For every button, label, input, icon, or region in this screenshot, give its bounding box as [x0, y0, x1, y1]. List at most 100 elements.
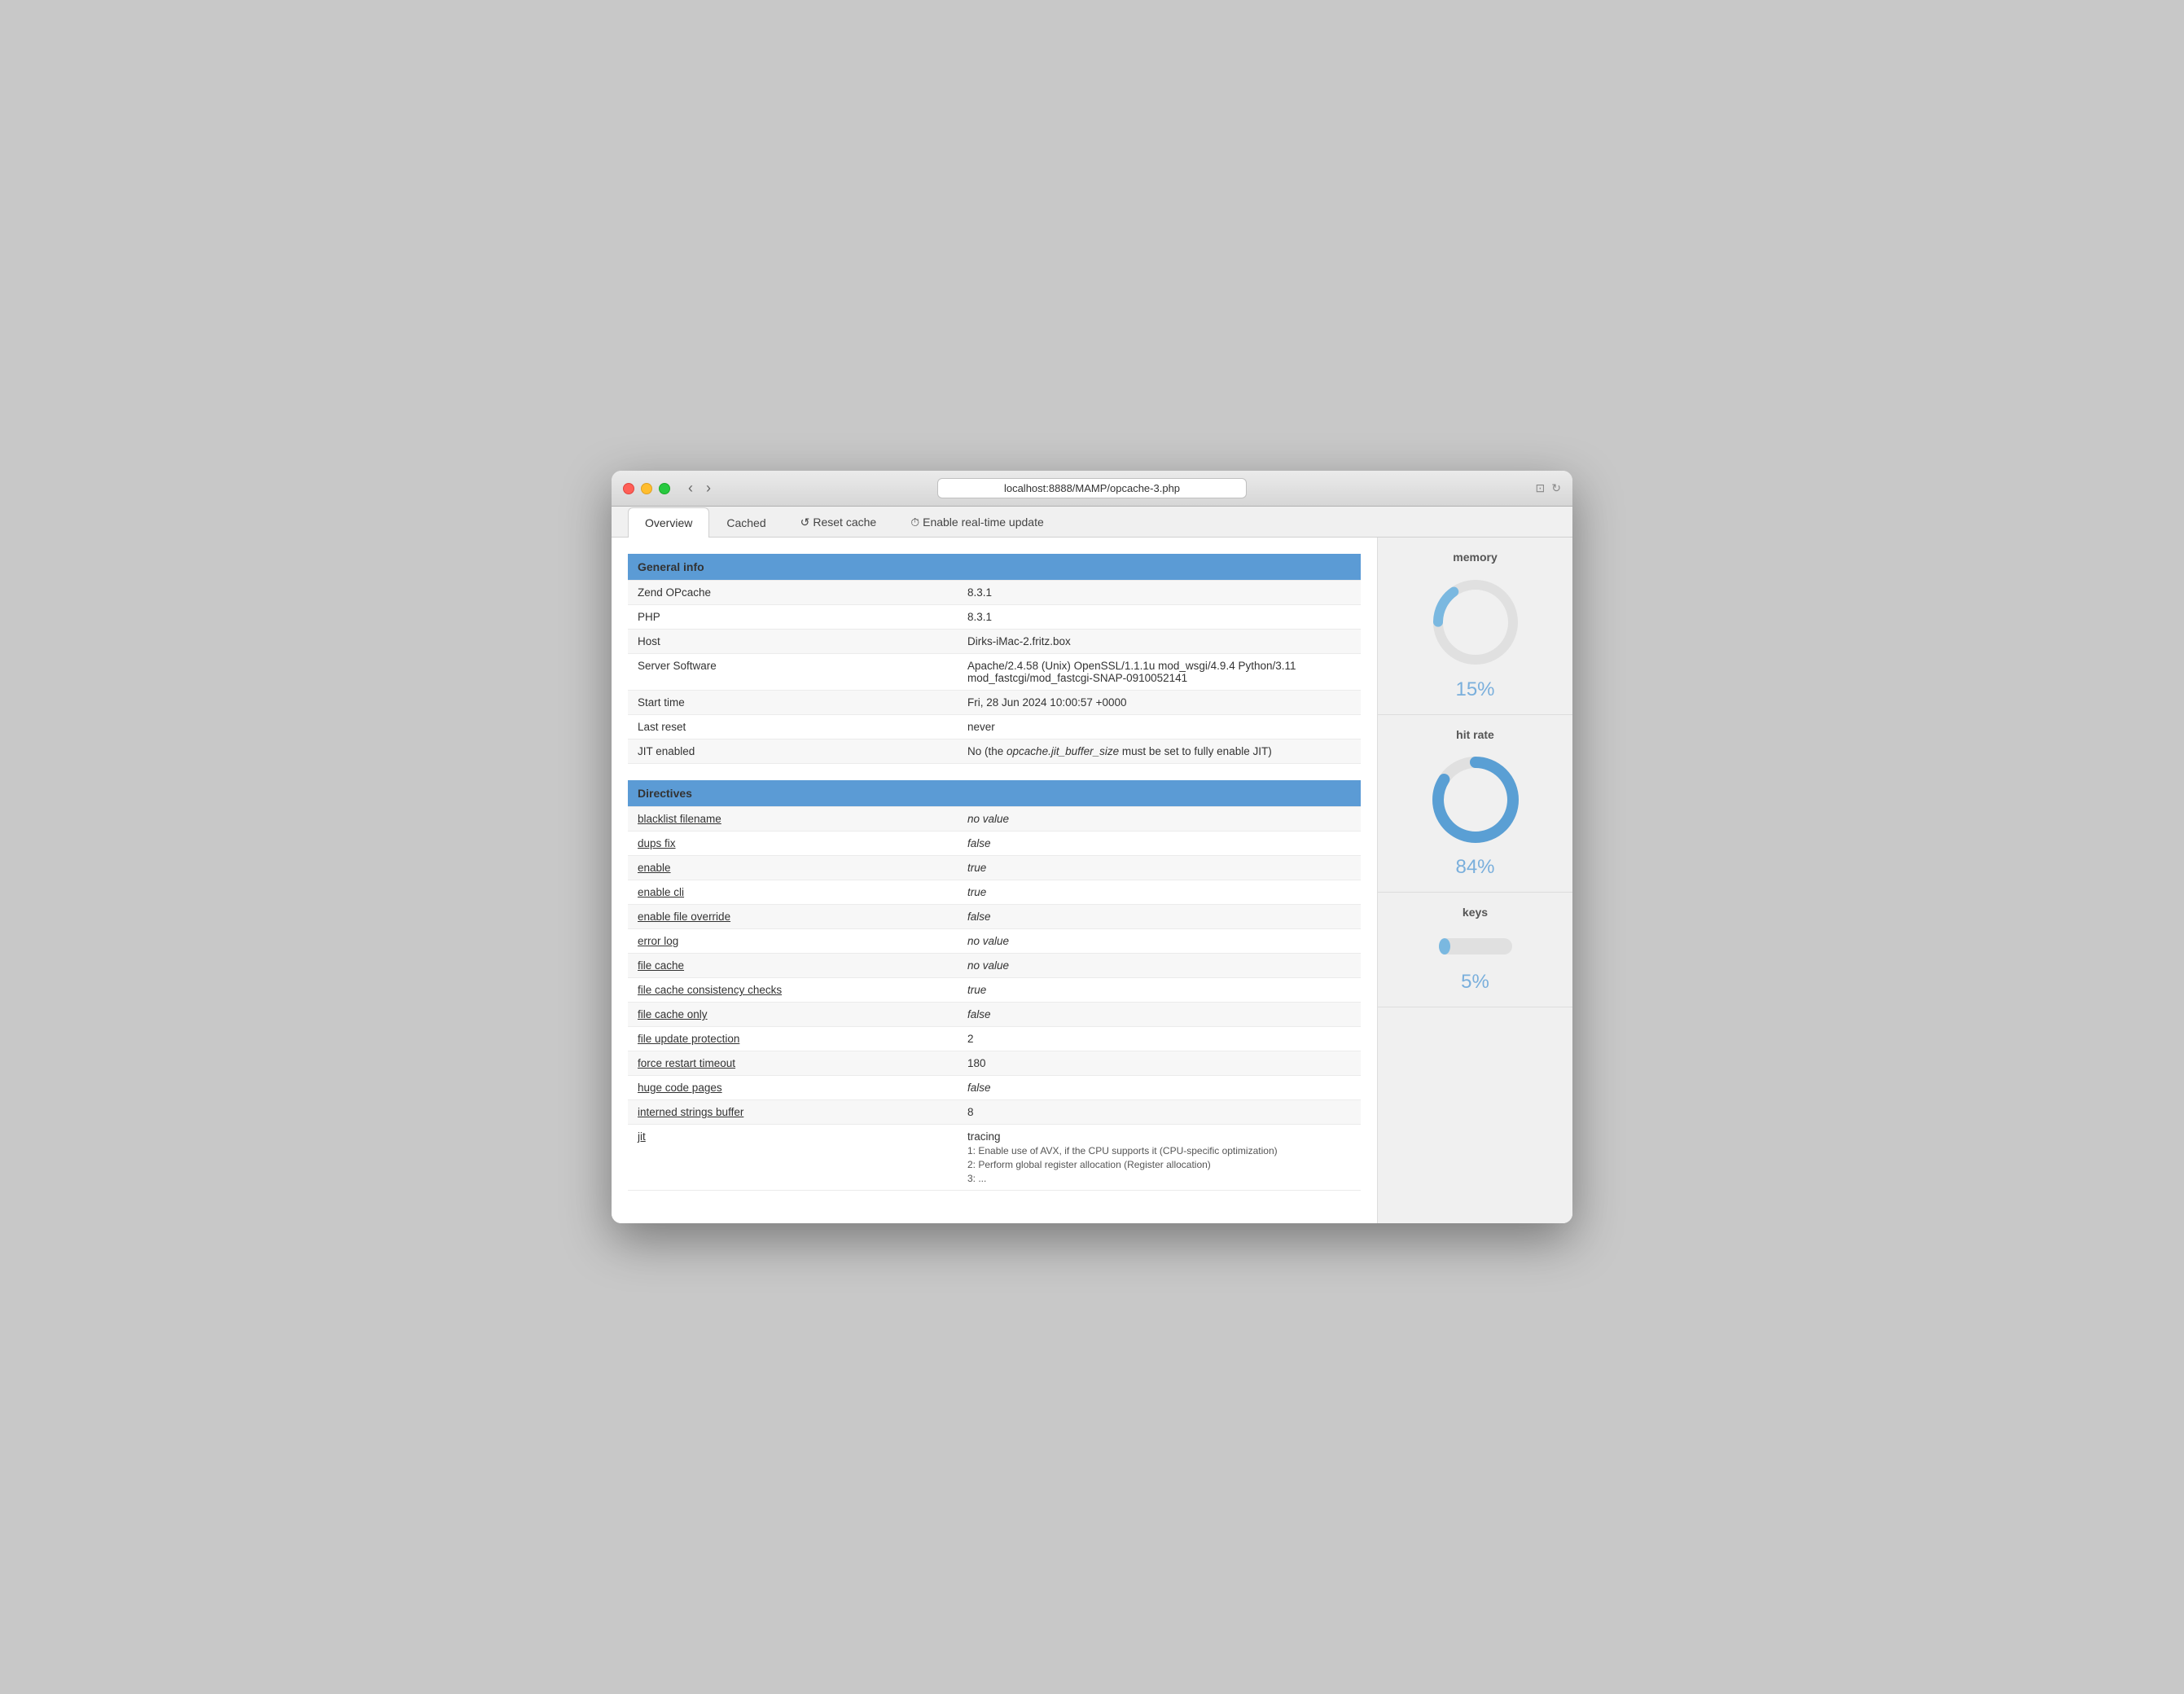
hitrate-gauge-label: 84% — [1388, 856, 1563, 879]
row-key[interactable]: interned strings buffer — [628, 1100, 958, 1125]
row-key[interactable]: force restart timeout — [628, 1051, 958, 1076]
directives-table: Directives blacklist filename no value d… — [628, 780, 1361, 1191]
table-row: enable true — [628, 856, 1361, 880]
memory-gauge-title: memory — [1388, 551, 1563, 564]
tab-cached[interactable]: Cached — [709, 507, 783, 538]
table-row: file cache no value — [628, 954, 1361, 978]
row-value: 8.3.1 — [958, 581, 1361, 605]
row-value: true — [958, 978, 1361, 1003]
keys-gauge-label: 5% — [1388, 971, 1563, 994]
row-key: Host — [628, 630, 958, 654]
row-key[interactable]: enable file override — [628, 905, 958, 929]
row-value: 2 — [958, 1027, 1361, 1051]
row-key: JIT enabled — [628, 739, 958, 764]
row-value: Apache/2.4.58 (Unix) OpenSSL/1.1.1u mod_… — [958, 654, 1361, 691]
row-value: 180 — [958, 1051, 1361, 1076]
row-value: Fri, 28 Jun 2024 10:00:57 +0000 — [958, 691, 1361, 715]
table-row: file cache only false — [628, 1003, 1361, 1027]
keys-gauge-title: keys — [1388, 906, 1563, 919]
back-button[interactable]: ‹ — [683, 478, 698, 498]
table-row: jit tracing 1: Enable use of AVX, if the… — [628, 1125, 1361, 1191]
table-row: Host Dirks-iMac-2.fritz.box — [628, 630, 1361, 654]
row-key: Zend OPcache — [628, 581, 958, 605]
table-row: Zend OPcache 8.3.1 — [628, 581, 1361, 605]
row-key: Last reset — [628, 715, 958, 739]
row-key[interactable]: enable cli — [628, 880, 958, 905]
row-value: no value — [958, 954, 1361, 978]
row-key: PHP — [628, 605, 958, 630]
browser-window: ‹ › localhost:8888/MAMP/opcache-3.php ⊡ … — [612, 471, 1572, 1223]
table-row: blacklist filename no value — [628, 807, 1361, 832]
content-area: General info Zend OPcache 8.3.1 PHP 8.3.… — [612, 538, 1572, 1223]
row-key[interactable]: file update protection — [628, 1027, 958, 1051]
table-row: Start time Fri, 28 Jun 2024 10:00:57 +00… — [628, 691, 1361, 715]
general-info-table: General info Zend OPcache 8.3.1 PHP 8.3.… — [628, 554, 1361, 764]
jit-description-2: 2: Perform global register allocation (R… — [967, 1159, 1351, 1170]
forward-button[interactable]: › — [701, 478, 716, 498]
memory-gauge-label: 15% — [1388, 678, 1563, 701]
table-row: huge code pages false — [628, 1076, 1361, 1100]
tab-enable-realtime[interactable]: ⏱Enable real-time update — [893, 507, 1061, 538]
row-key[interactable]: blacklist filename — [628, 807, 958, 832]
table-row: PHP 8.3.1 — [628, 605, 1361, 630]
tab-reset-cache-label: Reset cache — [813, 516, 876, 529]
row-value: 8.3.1 — [958, 605, 1361, 630]
url-bar[interactable]: localhost:8888/MAMP/opcache-3.php — [937, 478, 1247, 498]
table-row: enable file override false — [628, 905, 1361, 929]
row-key[interactable]: huge code pages — [628, 1076, 958, 1100]
keys-gauge-section: keys 5% — [1378, 893, 1572, 1007]
row-value: Dirks-iMac-2.fritz.box — [958, 630, 1361, 654]
table-row: interned strings buffer 8 — [628, 1100, 1361, 1125]
table-row: enable cli true — [628, 880, 1361, 905]
hitrate-donut-chart — [1427, 751, 1524, 849]
row-value: false — [958, 1076, 1361, 1100]
traffic-lights — [623, 483, 670, 494]
row-value: No (the opcache.jit_buffer_size must be … — [958, 739, 1361, 764]
general-info-header: General info — [628, 554, 1361, 581]
tab-reset-cache[interactable]: ↺Reset cache — [783, 507, 894, 538]
clock-icon: ⏱ — [910, 516, 919, 529]
share-icon: ⊡ — [1536, 481, 1546, 495]
row-key[interactable]: file cache only — [628, 1003, 958, 1027]
jit-description-1: 1: Enable use of AVX, if the CPU support… — [967, 1145, 1351, 1156]
row-value: no value — [958, 929, 1361, 954]
maximize-button[interactable] — [659, 483, 670, 494]
memory-gauge-section: memory 15% — [1378, 538, 1572, 715]
memory-donut-chart — [1427, 573, 1524, 671]
table-row: force restart timeout 180 — [628, 1051, 1361, 1076]
directives-header: Directives — [628, 780, 1361, 807]
general-info-title: General info — [628, 554, 1361, 581]
row-value: false — [958, 832, 1361, 856]
row-key[interactable]: error log — [628, 929, 958, 954]
row-key[interactable]: enable — [628, 856, 958, 880]
keys-gauge-chart — [1435, 928, 1516, 964]
hitrate-gauge-title: hit rate — [1388, 728, 1563, 741]
table-row: error log no value — [628, 929, 1361, 954]
jit-description-3: 3: ... — [967, 1173, 1351, 1184]
tab-cached-label: Cached — [726, 516, 765, 529]
row-value: true — [958, 856, 1361, 880]
row-key[interactable]: file cache consistency checks — [628, 978, 958, 1003]
row-value: false — [958, 905, 1361, 929]
row-value: never — [958, 715, 1361, 739]
row-key[interactable]: file cache — [628, 954, 958, 978]
refresh-icon[interactable]: ↻ — [1551, 481, 1561, 495]
row-key: Start time — [628, 691, 958, 715]
row-key: Server Software — [628, 654, 958, 691]
table-row: Server Software Apache/2.4.58 (Unix) Ope… — [628, 654, 1361, 691]
row-value: false — [958, 1003, 1361, 1027]
row-key[interactable]: dups fix — [628, 832, 958, 856]
titlebar: ‹ › localhost:8888/MAMP/opcache-3.php ⊡ … — [612, 471, 1572, 507]
close-button[interactable] — [623, 483, 634, 494]
table-row: Last reset never — [628, 715, 1361, 739]
tab-bar: Overview Cached ↺Reset cache ⏱Enable rea… — [612, 507, 1572, 538]
tab-overview-label: Overview — [645, 516, 692, 529]
minimize-button[interactable] — [641, 483, 652, 494]
main-content: General info Zend OPcache 8.3.1 PHP 8.3.… — [612, 538, 1377, 1223]
row-key[interactable]: jit — [628, 1125, 958, 1191]
row-value: 8 — [958, 1100, 1361, 1125]
tab-overview[interactable]: Overview — [628, 507, 709, 538]
row-value: tracing 1: Enable use of AVX, if the CPU… — [958, 1125, 1361, 1191]
nav-buttons: ‹ › — [683, 478, 716, 498]
table-row: dups fix false — [628, 832, 1361, 856]
